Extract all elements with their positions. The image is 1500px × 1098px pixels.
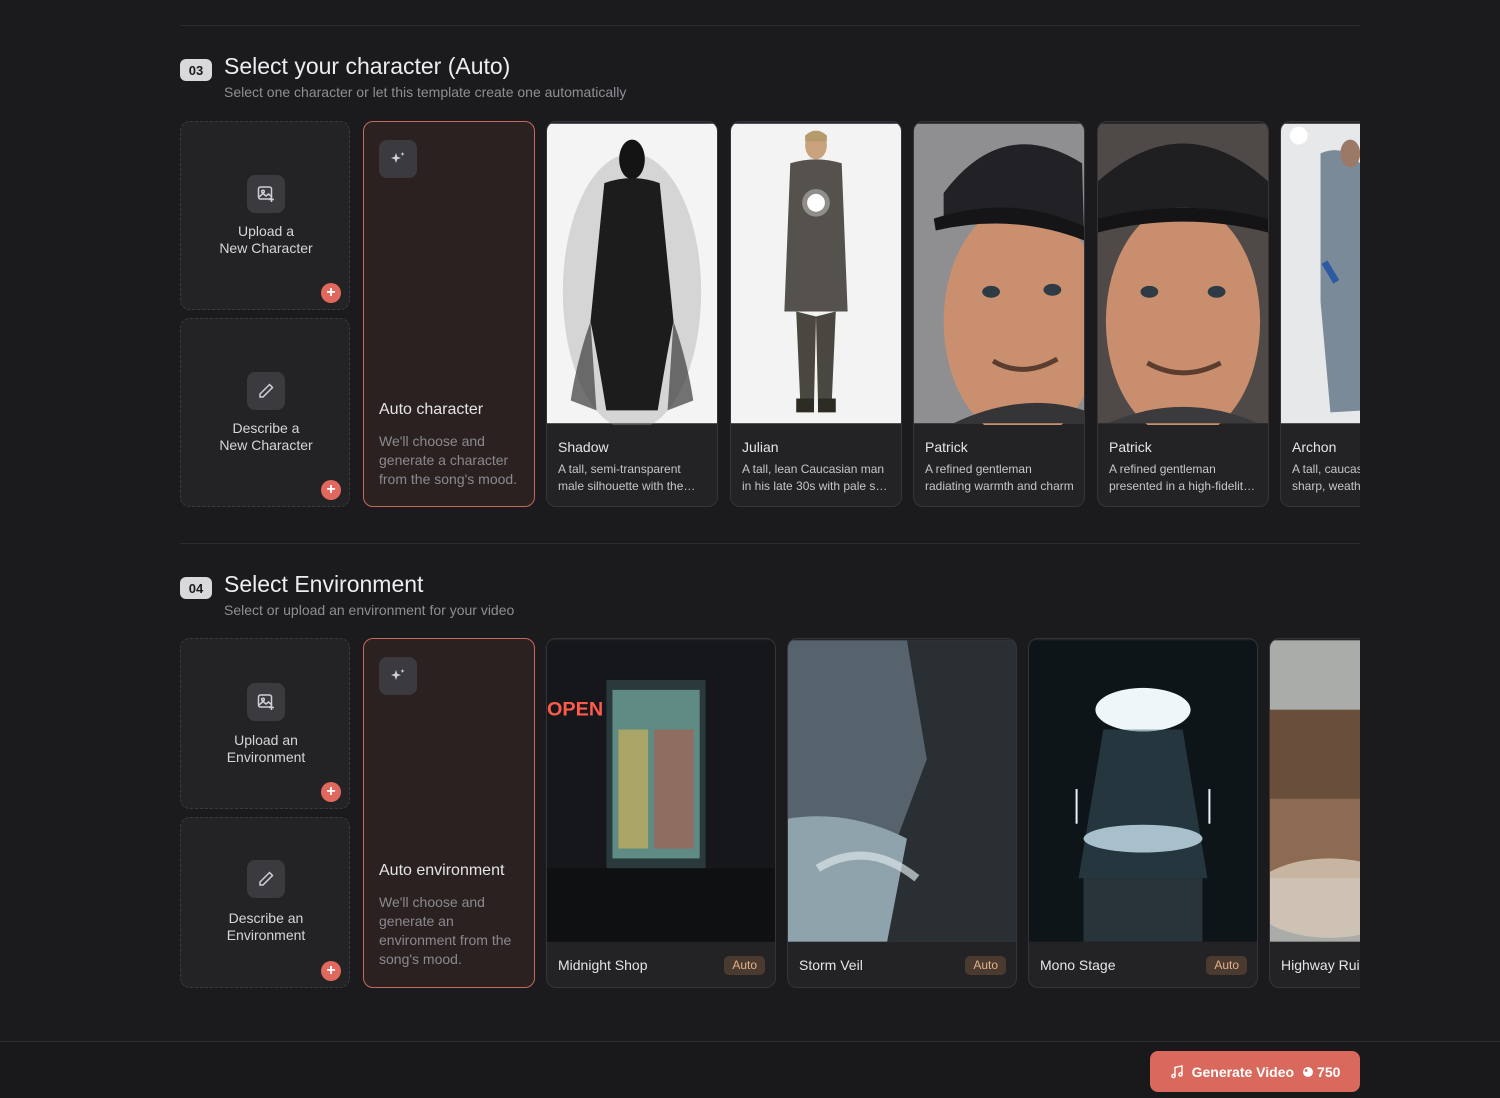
environment-image	[1029, 640, 1257, 942]
image-plus-icon	[247, 175, 285, 213]
character-image	[1281, 123, 1360, 424]
character-card[interactable]: Patrick A refined gentleman presented in…	[1097, 121, 1269, 507]
character-image	[547, 123, 717, 425]
generate-video-label: Generate Video	[1191, 1063, 1295, 1080]
add-icon[interactable]: +	[321, 480, 341, 500]
image-plus-icon	[247, 683, 285, 721]
character-card[interactable]: Shadow A tall, semi-transparent male sil…	[546, 121, 718, 507]
credit-icon	[1303, 1066, 1314, 1077]
sparkle-icon	[379, 657, 417, 695]
upload-environment-label: Upload an Environment	[226, 732, 306, 765]
character-desc: A tall, caucasian man with sharp, weathe…	[1292, 462, 1360, 493]
auto-environment-title: Auto environment	[379, 862, 505, 879]
character-desc: A refined gentleman presented in a high-…	[1109, 462, 1250, 493]
character-desc: A tall, semi-transparent male silhouette…	[558, 462, 684, 493]
environment-card[interactable]: OPEN Midnight Shop Auto	[546, 638, 776, 988]
step-number-badge: 03	[180, 59, 212, 81]
character-card[interactable]: Julian A tall, lean Caucasian man in his…	[730, 121, 902, 507]
character-section: 03 Select your character (Auto) Select o…	[180, 53, 1360, 507]
auto-badge: Auto	[1206, 956, 1247, 975]
environment-card[interactable]: Mono Stage Auto	[1028, 638, 1258, 988]
section-subtitle: Select one character or let this templat…	[224, 84, 627, 100]
pencil-icon	[247, 372, 285, 410]
sparkle-icon	[379, 140, 417, 178]
auto-character-title: Auto character	[379, 401, 484, 418]
character-name: Julian	[742, 439, 779, 455]
add-icon[interactable]: +	[321, 283, 341, 303]
section-subtitle: Select or upload an environment for your…	[224, 602, 515, 618]
environment-image	[788, 640, 1016, 942]
character-name: Patrick	[1109, 439, 1152, 455]
music-note-icon	[1170, 1064, 1183, 1078]
auto-environment-tile[interactable]: Auto environment We'll choose and genera…	[363, 638, 535, 988]
character-image	[1098, 123, 1268, 425]
environment-name: Midnight Shop	[558, 957, 648, 973]
environment-name: Storm Veil	[799, 957, 863, 973]
section-divider	[180, 543, 1360, 544]
environment-row: Upload an Environment + Describe an Enviro…	[180, 638, 1360, 990]
character-name: Archon	[1292, 439, 1337, 455]
upload-environment-tile[interactable]: Upload an Environment +	[180, 638, 350, 809]
auto-badge: Auto	[965, 956, 1006, 975]
environment-section: 04 Select Environment Select or upload a…	[180, 571, 1360, 988]
auto-character-tile[interactable]: Auto character We'll choose and generate…	[363, 121, 535, 507]
character-card[interactable]: Patrick A refined gentleman radiating wa…	[913, 121, 1085, 507]
generate-video-button[interactable]: Generate Video 750	[1150, 1051, 1360, 1092]
character-row: Upload a New Character + Describe a New Ch…	[180, 121, 1360, 509]
footer-bar: Generate Video 750	[0, 1041, 1500, 1098]
add-icon[interactable]: +	[321, 782, 341, 802]
add-icon[interactable]: +	[321, 961, 341, 981]
character-name: Patrick	[925, 439, 968, 455]
section-title: Select your character (Auto)	[224, 53, 511, 79]
environment-image: OPEN	[547, 640, 775, 942]
environment-image	[1270, 640, 1360, 942]
character-section-header: 03 Select your character (Auto) Select o…	[180, 53, 1360, 119]
top-divider	[180, 25, 1360, 26]
credit-cost: 750	[1302, 1064, 1340, 1080]
describe-character-label: Describe a New Character	[219, 420, 313, 453]
character-name: Shadow	[558, 439, 609, 455]
upload-character-tile[interactable]: Upload a New Character +	[180, 121, 350, 310]
pencil-icon	[247, 860, 285, 898]
describe-environment-tile[interactable]: Describe an Environment +	[180, 817, 350, 988]
environment-section-header: 04 Select Environment Select or upload a…	[180, 571, 1360, 637]
section-title: Select Environment	[224, 571, 424, 597]
upload-character-label: Upload a New Character	[219, 223, 313, 256]
describe-character-tile[interactable]: Describe a New Character +	[180, 318, 350, 507]
auto-environment-desc: We'll choose and generate an environment…	[379, 894, 512, 967]
character-image	[731, 123, 901, 424]
character-desc: A refined gentleman radiating warmth and…	[925, 462, 1074, 493]
character-desc: A tall, lean Caucasian man in his late 3…	[742, 462, 891, 493]
environment-name: Mono Stage	[1040, 957, 1116, 973]
character-image	[914, 123, 1084, 425]
svg-text:OPEN: OPEN	[547, 699, 603, 721]
describe-environment-label: Describe an Environment	[226, 910, 306, 943]
auto-character-desc: We'll choose and generate a character fr…	[379, 433, 518, 487]
environment-card[interactable]: Storm Veil Auto	[787, 638, 1017, 988]
step-number-badge: 04	[180, 577, 212, 599]
environment-card[interactable]: Highway Ruins	[1269, 638, 1360, 988]
auto-badge: Auto	[724, 956, 765, 975]
credit-cost-value: 750	[1317, 1063, 1341, 1080]
environment-name: Highway Ruins	[1281, 957, 1360, 973]
character-card[interactable]: Archon A tall, caucasian man with sharp,…	[1280, 121, 1360, 507]
